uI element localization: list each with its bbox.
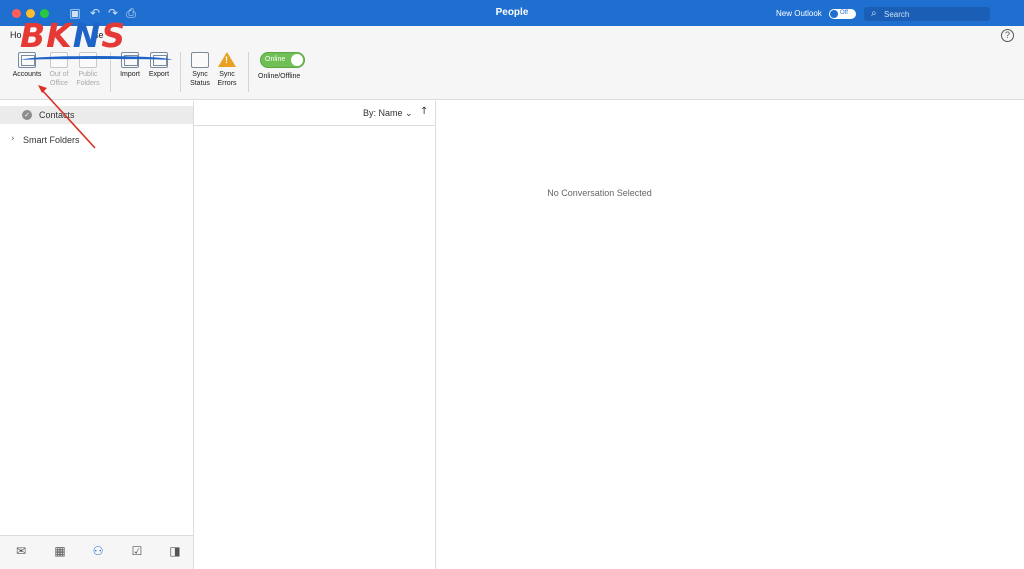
- accounts-button[interactable]: Accounts: [9, 52, 45, 79]
- sync-errors-label-2: Errors: [217, 80, 237, 87]
- logo-swoosh: [22, 56, 172, 64]
- checkmark-icon: ✓: [22, 110, 32, 120]
- sync-status-icon: [191, 52, 209, 68]
- outlook-window: ▣ ↶ ↷ ⎙ People New Outlook Off ⌕ Ho se ?…: [0, 0, 1024, 569]
- search-input[interactable]: [884, 7, 984, 21]
- sync-status-label-2: Status: [190, 80, 210, 87]
- ribbon-separator: [180, 52, 181, 92]
- out-of-office-label-2: Office: [49, 80, 69, 87]
- accounts-label: Accounts: [12, 71, 42, 78]
- import-label: Import: [120, 71, 140, 78]
- title-bar: ▣ ↶ ↷ ⎙ People New Outlook Off ⌕: [0, 0, 1024, 26]
- tasks-icon[interactable]: ☑: [129, 544, 145, 558]
- notes-icon[interactable]: ◨: [167, 544, 183, 558]
- calendar-icon[interactable]: ▦: [52, 544, 68, 558]
- sync-status-label-1: Sync: [192, 71, 208, 78]
- public-folders-label-1: Public: [78, 71, 98, 78]
- contact-list-pane: By: Name ⌄ ↑: [194, 101, 436, 569]
- new-outlook-toggle-state: Off: [840, 10, 848, 16]
- new-outlook-label: New Outlook: [776, 9, 822, 18]
- sync-errors-button[interactable]: ! Sync Errors: [213, 52, 241, 88]
- sync-status-button[interactable]: Sync Status: [186, 52, 214, 88]
- search-icon: ⌕: [871, 8, 877, 19]
- online-offline-label: Online/Offline: [258, 73, 301, 80]
- chevron-right-icon[interactable]: ›: [11, 134, 15, 144]
- people-icon[interactable]: ⚇: [90, 544, 106, 558]
- warning-icon: !: [218, 52, 236, 68]
- reading-pane: No Conversation Selected: [437, 101, 1024, 569]
- brand-logo: BKNS: [20, 16, 127, 55]
- public-folders-label-2: Folders: [76, 80, 100, 87]
- folder-sidebar: ✓ Contacts › Smart Folders: [0, 101, 194, 535]
- sidebar-item-smart-folders[interactable]: › Smart Folders: [0, 132, 193, 148]
- online-toggle[interactable]: Online: [260, 52, 305, 68]
- sort-bar: By: Name ⌄ ↑: [194, 101, 435, 126]
- new-outlook-toggle[interactable]: Off: [829, 9, 856, 19]
- export-button[interactable]: Export: [145, 52, 173, 79]
- online-toggle-label: Online: [265, 56, 286, 63]
- empty-state-message: No Conversation Selected: [547, 188, 652, 198]
- ribbon-separator: [248, 52, 249, 92]
- sidebar-item-contacts[interactable]: ✓ Contacts: [0, 106, 193, 124]
- sync-errors-label-1: Sync: [219, 71, 235, 78]
- export-label: Export: [148, 71, 170, 78]
- sidebar-item-label: Contacts: [39, 110, 75, 120]
- sidebar-item-label: Smart Folders: [23, 135, 80, 145]
- sort-direction-icon[interactable]: ↑: [420, 106, 428, 117]
- sort-by-dropdown[interactable]: By: Name ⌄: [363, 108, 413, 119]
- help-icon[interactable]: ?: [1001, 29, 1014, 42]
- module-switcher: ✉ ▦ ⚇ ☑ ◨: [0, 535, 194, 569]
- toggle-knob: [830, 10, 838, 18]
- search-box[interactable]: ⌕: [864, 7, 990, 21]
- toggle-knob: [291, 54, 303, 66]
- mail-icon[interactable]: ✉: [13, 544, 29, 558]
- out-of-office-label-1: Out of: [49, 71, 69, 78]
